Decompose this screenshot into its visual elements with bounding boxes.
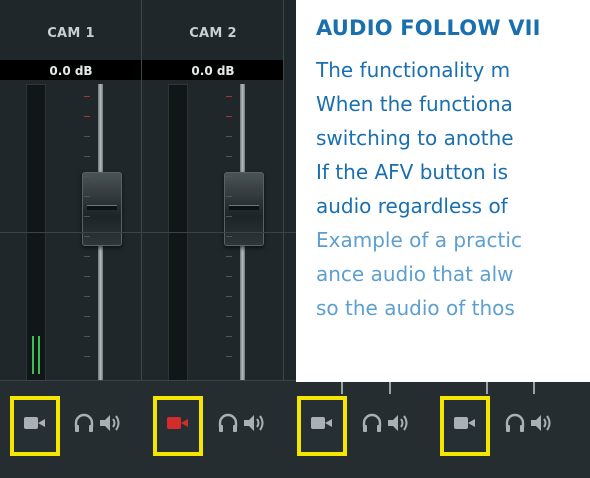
fader-handle[interactable] xyxy=(82,172,122,246)
info-line: audio regardless of xyxy=(316,194,508,218)
speaker-icon xyxy=(100,415,120,431)
level-readout: 0.0 dB xyxy=(49,64,93,78)
info-line: switching to anothe xyxy=(316,126,514,150)
camera-icon xyxy=(311,415,333,431)
info-line: The functionality m xyxy=(316,58,511,82)
camera-icon xyxy=(167,415,189,431)
fader-scale-tick xyxy=(84,96,90,97)
info-line: When the functiona xyxy=(316,92,513,116)
fader-scale-tick xyxy=(226,176,232,177)
fader-scale-tick xyxy=(226,316,232,317)
fader-scale-tick xyxy=(226,336,232,337)
volume-button[interactable] xyxy=(242,411,268,435)
fader-scale-tick xyxy=(226,156,232,157)
channel-divider xyxy=(283,0,284,380)
fader-scale-tick xyxy=(84,336,90,337)
separator xyxy=(533,380,535,394)
fader-scale-tick xyxy=(84,316,90,317)
channel-name: CAM 1 xyxy=(47,26,95,41)
channel-name: CAM 2 xyxy=(189,26,237,41)
volume-button[interactable] xyxy=(98,411,124,435)
fader-scale-tick xyxy=(84,156,90,157)
fader-scale-tick xyxy=(84,276,90,277)
info-line: ance audio that alw xyxy=(316,262,514,286)
info-panel: AUDIO FOLLOW VII The functionality m Whe… xyxy=(296,0,590,382)
fader-scale-tick xyxy=(226,256,232,257)
fader-scale-tick xyxy=(84,236,90,237)
speaker-icon xyxy=(531,415,551,431)
monitor-button[interactable] xyxy=(502,411,528,435)
info-line: so the audio of thos xyxy=(316,296,515,320)
monitor-button[interactable] xyxy=(359,411,385,435)
speaker-icon xyxy=(388,415,408,431)
afv-button[interactable] xyxy=(447,410,483,436)
meter-bar-right xyxy=(38,336,40,374)
info-line: Example of a practic xyxy=(316,228,522,252)
fader-scale-tick xyxy=(226,296,232,297)
fader-scale-tick xyxy=(226,276,232,277)
fader-scale-tick xyxy=(84,196,90,197)
camera-icon xyxy=(454,415,476,431)
monitor-button[interactable] xyxy=(71,411,97,435)
camera-icon xyxy=(24,415,46,431)
fader-scale-tick xyxy=(226,96,232,97)
info-line: If the AFV button is xyxy=(316,160,509,184)
fader-scale-tick xyxy=(84,116,90,117)
fader-scale-tick xyxy=(226,356,232,357)
headphones-icon xyxy=(74,413,94,432)
info-title: AUDIO FOLLOW VII xyxy=(316,16,541,40)
fader-scale-tick xyxy=(84,216,90,217)
speaker-icon xyxy=(244,415,264,431)
headphones-icon xyxy=(218,413,238,432)
separator xyxy=(341,380,343,394)
afv-button[interactable] xyxy=(160,410,196,436)
volume-button[interactable] xyxy=(529,411,555,435)
fader-handle[interactable] xyxy=(224,172,264,246)
afv-button[interactable] xyxy=(304,410,340,436)
fader-scale-tick xyxy=(84,176,90,177)
fader-scale-tick xyxy=(226,136,232,137)
fader-grip xyxy=(87,205,117,210)
separator xyxy=(389,380,391,394)
fader-scale-tick xyxy=(226,216,232,217)
separator xyxy=(486,380,488,394)
volume-button[interactable] xyxy=(386,411,412,435)
fader-scale-tick xyxy=(84,136,90,137)
level-readout: 0.0 dB xyxy=(191,64,235,78)
fader-grip xyxy=(229,205,259,210)
afv-button[interactable] xyxy=(17,410,53,436)
fader-scale-tick xyxy=(226,116,232,117)
headphones-icon xyxy=(505,413,525,432)
meter-bar-left xyxy=(32,336,34,374)
monitor-button[interactable] xyxy=(215,411,241,435)
fader-scale-tick xyxy=(226,236,232,237)
fader-scale-tick xyxy=(226,196,232,197)
headphones-icon xyxy=(362,413,382,432)
fader-scale-tick xyxy=(84,296,90,297)
fader-scale-tick xyxy=(84,256,90,257)
fader-scale-tick xyxy=(84,356,90,357)
